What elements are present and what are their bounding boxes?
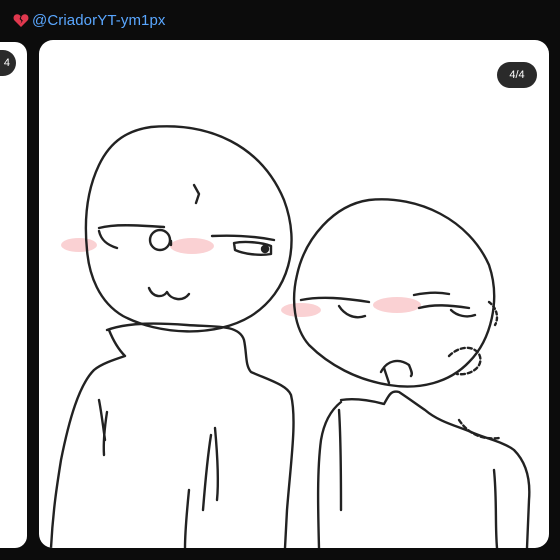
author-handle-link[interactable]: @CriadorYT-ym1px	[32, 12, 166, 29]
broken-heart-icon	[12, 11, 30, 29]
left-head-outline	[84, 125, 293, 333]
current-image-card[interactable]: 4/4	[39, 40, 549, 548]
previous-image-card[interactable]	[0, 42, 27, 548]
blush-marks	[61, 238, 421, 317]
post-header: @CriadorYT-ym1px	[0, 0, 560, 40]
image-counter: 4/4	[497, 62, 537, 88]
right-head-outline	[292, 198, 496, 388]
artwork-drawing	[49, 125, 531, 548]
